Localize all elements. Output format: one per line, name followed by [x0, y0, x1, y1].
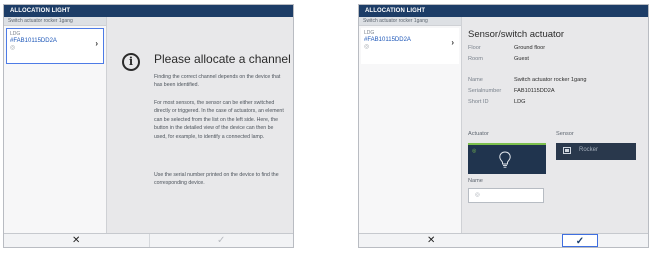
allocation-panel-left: ALLOCATION LIGHT Switch actuator rocker … [3, 4, 294, 248]
prop-label: Room [468, 56, 483, 62]
window-title: ALLOCATION LIGHT [4, 5, 293, 17]
prop-serialnumber: Serialnumber FAB10115DD2A [468, 88, 555, 95]
confirm-button[interactable]: ✓ [562, 234, 598, 247]
name-input-icon: ◎ [475, 192, 480, 198]
allocation-panel-right: ALLOCATION LIGHT Switch actuator rocker … [358, 4, 649, 248]
cancel-button[interactable]: ✕ [359, 234, 504, 247]
actuator-status-icon: ◎ [472, 148, 477, 154]
close-icon: ✕ [72, 235, 81, 246]
prop-floor: Floor Ground floor [468, 45, 545, 52]
device-sidebar: Switch actuator rocker 1gang LDG #FAB101… [359, 17, 462, 233]
help-paragraph-1: Finding the correct channel depends on t… [154, 74, 281, 89]
checkmark-icon: ✓ [217, 235, 226, 246]
actuator-channel-button[interactable]: ◎ [468, 143, 546, 174]
cancel-button[interactable]: ✕ [4, 234, 149, 247]
device-sidebar: Switch actuator rocker 1gang LDG #FAB101… [4, 17, 107, 233]
prop-value: FAB10115DD2A [514, 88, 555, 94]
close-icon: ✕ [427, 235, 436, 246]
chevron-right-icon: › [95, 39, 98, 48]
device-list-item[interactable]: LDG #FAB10115DD2A ◎ › [361, 28, 459, 64]
detail-title: Sensor/switch actuator [468, 29, 565, 40]
device-list-item[interactable]: LDG #FAB10115DD2A ◎ › [6, 28, 104, 64]
prop-value: Guest [514, 56, 529, 62]
prop-value: Ground floor [514, 45, 546, 51]
name-input[interactable]: ◎ [468, 188, 544, 203]
sensor-button-label: Rocker [579, 147, 599, 153]
info-icon: i [122, 53, 140, 71]
help-paragraph-3: Use the serial number printed on the dev… [154, 172, 279, 187]
prop-value: LDG [514, 99, 526, 105]
device-status-icon: ◎ [364, 44, 370, 50]
prop-label: Name [468, 77, 483, 83]
name-label: Name [468, 178, 483, 184]
prop-value: Switch actuator rocker 1gang [514, 77, 587, 83]
device-status-icon: ◎ [10, 45, 16, 51]
checkmark-icon: ✓ [575, 236, 585, 247]
prop-name: Name Switch actuator rocker 1gang [468, 77, 586, 84]
help-paragraph-2: For most sensors, the sensor can be eith… [154, 100, 284, 140]
device-serial: #FAB10115DD2A [364, 37, 411, 43]
prop-label: Serialnumber [468, 88, 502, 94]
prop-room: Room Guest [468, 56, 529, 63]
panel-footer: ✕ ✓ [4, 233, 293, 247]
prop-short-id: Short ID LDG [468, 99, 526, 106]
page-title: Please allocate a channel [154, 52, 291, 66]
sidebar-header: Switch actuator rocker 1gang [4, 17, 106, 26]
device-serial: #FAB10115DD2A [10, 38, 57, 44]
actuator-label: Actuator [468, 131, 489, 137]
panel-footer: ✕ ✓ [359, 233, 648, 247]
prop-label: Floor [468, 45, 481, 51]
confirm-button[interactable]: ✓ [148, 234, 294, 247]
rocker-icon [563, 147, 571, 154]
chevron-right-icon: › [451, 38, 454, 47]
sidebar-header: Switch actuator rocker 1gang [359, 17, 461, 26]
prop-label: Short ID [468, 99, 489, 105]
sensor-rocker-button[interactable]: Rocker [556, 143, 636, 160]
bulb-icon [499, 151, 511, 168]
sensor-label: Sensor [556, 131, 574, 137]
window-title: ALLOCATION LIGHT [359, 5, 648, 17]
